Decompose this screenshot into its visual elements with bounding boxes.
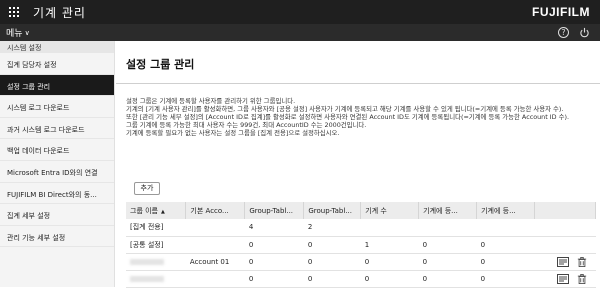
cell-value: 0 (303, 236, 361, 254)
cell-value: 0 (476, 236, 535, 254)
sidebar-item-admin-detail[interactable]: 관리 기능 세부 설정 (0, 226, 114, 248)
app-grid-icon[interactable] (9, 7, 19, 17)
column-header-group-name[interactable]: 그룹 이름 ▲ (126, 202, 187, 219)
sidebar-item-aggregation-manager[interactable]: 집계 담당자 설정 (0, 53, 114, 75)
column-header-default-account[interactable]: 기본 Acco... (185, 202, 246, 219)
column-header-registered-2[interactable]: 기계에 등... (476, 202, 536, 219)
description-line: 설정 그룹은 기계에 등록할 사용자를 관리하기 위한 그룹입니다. (126, 97, 296, 105)
cell-value: 0 (303, 252, 361, 271)
sidebar-section-title: 시스템 설정 (0, 41, 114, 53)
table-header-row: 그룹 이름 ▲ 기본 Acco... Group-Tabl... Group-Ta… (126, 202, 596, 219)
menu-label: 메뉴 (6, 29, 23, 39)
cell-value: 0 (418, 270, 477, 288)
cell-group-name: [집계 전용] (126, 219, 186, 237)
cell-value: 0 (418, 236, 477, 254)
main-content: 설정 그룹 관리 설정 그룹은 기계에 등록할 사용자를 관리하기 위한 그룹입… (116, 41, 600, 288)
brand-logo: FUJIFILM (532, 5, 590, 19)
page-title: 설정 그룹 관리 (126, 58, 195, 71)
cell-group-name (126, 252, 186, 271)
cell-value: 0 (418, 252, 477, 271)
cell-default-account (185, 270, 245, 288)
redacted-name (130, 258, 164, 265)
description-line: 기계의 [기계 사용자 관리]를 활성화하면, 그룹 사용자와 [공용 설정] … (126, 105, 564, 114)
add-button[interactable]: 추가 (134, 182, 160, 195)
cell-group-name: [공통 설정] (126, 236, 186, 254)
cell-value: 0 (244, 252, 304, 271)
table-row[interactable]: [공통 설정] 0 0 1 0 0 (126, 236, 596, 254)
sidebar-item-past-log-download[interactable]: 과거 시스템 로그 다운로드 (0, 118, 114, 140)
column-header-machine-count[interactable]: 기계 수 (360, 202, 420, 219)
edit-icon[interactable] (557, 273, 570, 284)
cell-value: 0 (244, 236, 304, 254)
chevron-down-icon: ∨ (24, 28, 30, 37)
column-header-group-table-2[interactable]: Group-Tabl... (303, 202, 362, 219)
sidebar-item-entra-id[interactable]: Microsoft Entra ID와의 연결 (0, 161, 114, 183)
cell-group-name (126, 270, 186, 288)
delete-icon[interactable] (576, 256, 588, 267)
title-divider (116, 83, 600, 84)
column-header-registered-1[interactable]: 기계에 등... (418, 202, 478, 219)
cell-value: 0 (244, 270, 304, 288)
cell-value: 2 (303, 219, 361, 237)
cell-actions (534, 270, 596, 288)
sidebar: 시스템 설정 집계 담당자 설정 설정 그룹 관리 시스템 로그 다운로드 과거… (0, 41, 115, 287)
cell-default-account (185, 236, 245, 254)
cell-value: 0 (360, 252, 419, 271)
cell-value: 0 (476, 270, 535, 288)
description-line: 기계에 등록할 필요가 없는 사용자는 설정 그룹을 [집계 전용]으로 설정하… (126, 129, 340, 138)
edit-icon[interactable] (557, 256, 570, 267)
table-row[interactable]: [집계 전용] 4 2 (126, 219, 596, 237)
top-bar: 기계 관리 FUJIFILM (0, 0, 600, 24)
menu-bar: 메뉴 ∨ ? (0, 24, 600, 43)
sort-ascending-icon: ▲ (161, 208, 165, 215)
cell-actions (534, 236, 596, 254)
cell-value: 0 (303, 270, 361, 288)
cell-value: 0 (476, 252, 535, 271)
app-title: 기계 관리 (33, 5, 86, 20)
table-row[interactable]: Account 01 0 0 0 0 0 (126, 252, 596, 271)
sidebar-item-settings-group[interactable]: 설정 그룹 관리 (0, 74, 114, 97)
cell-value (360, 219, 419, 237)
cell-default-account: Account 01 (185, 252, 245, 271)
sidebar-item-system-log-download[interactable]: 시스템 로그 다운로드 (0, 96, 114, 118)
sidebar-item-aggregation-detail[interactable]: 집계 세부 설정 (0, 204, 114, 226)
cell-value (418, 219, 477, 237)
table-row[interactable]: 0 0 0 0 0 (126, 270, 596, 288)
cell-actions (534, 252, 596, 271)
cell-value: 0 (360, 270, 419, 288)
groups-table: 그룹 이름 ▲ 기본 Acco... Group-Tabl... Group-Ta… (126, 202, 596, 288)
power-icon[interactable] (579, 27, 590, 38)
cell-value: 4 (244, 219, 304, 237)
sidebar-item-bi-direct[interactable]: FUJIFILM BI Direct와의 동... (0, 183, 114, 205)
cell-actions (534, 219, 596, 237)
column-header-group-table-1[interactable]: Group-Tabl... (244, 202, 305, 219)
sidebar-item-backup-download[interactable]: 백업 데이터 다운로드 (0, 139, 114, 161)
cell-default-account (185, 219, 245, 237)
redacted-name (130, 275, 164, 282)
delete-icon[interactable] (576, 273, 588, 284)
cell-value (476, 219, 535, 237)
cell-value: 1 (360, 236, 419, 254)
description: 설정 그룹은 기계에 등록할 사용자를 관리하기 위한 그룹입니다. 기계의 [… (126, 97, 586, 137)
column-header-actions (534, 202, 596, 219)
help-icon[interactable]: ? (558, 27, 569, 38)
